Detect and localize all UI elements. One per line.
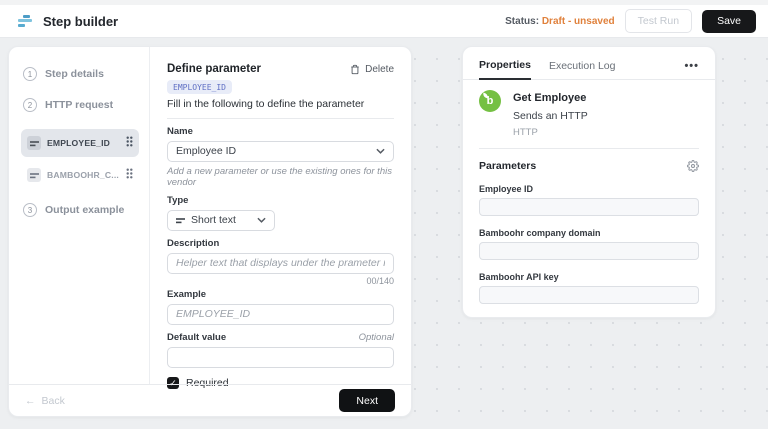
- chevron-down-icon: [376, 148, 385, 154]
- save-button[interactable]: Save: [702, 10, 756, 33]
- param-field-input-api-key[interactable]: [479, 286, 699, 304]
- name-label: Name: [167, 126, 394, 137]
- sidebar-item-output-example[interactable]: 3 Output example: [23, 203, 139, 217]
- connector-type: HTTP: [513, 127, 588, 138]
- page-title: Step builder: [43, 14, 118, 29]
- sidebar-item-param-employee-id[interactable]: EMPLOYEE_ID: [21, 129, 139, 157]
- next-button[interactable]: Next: [339, 389, 395, 412]
- status-text: Status: Draft - unsaved: [505, 16, 614, 27]
- delete-button[interactable]: Delete: [350, 64, 394, 75]
- param-field-label: Bamboohr company domain: [479, 228, 699, 238]
- sidebar-item-http-request[interactable]: 2 HTTP request: [23, 98, 139, 112]
- connector-subtitle: Sends an HTTP: [513, 110, 588, 122]
- short-text-icon: [27, 136, 41, 150]
- form-title: Define parameter: [167, 63, 261, 75]
- short-text-icon: [176, 217, 185, 224]
- form-subtitle: Fill in the following to define the para…: [167, 98, 394, 110]
- param-field-label: Bamboohr API key: [479, 272, 699, 282]
- default-value-input[interactable]: [167, 347, 394, 368]
- type-select[interactable]: Short text: [167, 210, 275, 231]
- name-select[interactable]: Employee ID: [167, 141, 394, 162]
- step-number-badge: 3: [23, 203, 37, 217]
- sidebar-item-param-bamboohr-domain[interactable]: BAMBOOHR_C...: [21, 161, 139, 189]
- properties-panel: Properties Execution Log ••• b Get Emplo…: [462, 46, 716, 318]
- back-arrow-icon: ←: [25, 395, 36, 407]
- example-input[interactable]: [167, 304, 394, 325]
- step-number-badge: 1: [23, 67, 37, 81]
- parameters-title: Parameters: [479, 160, 536, 172]
- tab-properties[interactable]: Properties: [479, 59, 531, 80]
- optional-hint: Optional: [359, 332, 394, 343]
- param-field-label: Employee ID: [479, 184, 699, 194]
- param-field-input-company-domain[interactable]: [479, 242, 699, 260]
- sidebar-item-step-details[interactable]: 1 Step details: [23, 67, 139, 81]
- bamboohr-logo-icon: b: [479, 90, 501, 112]
- description-input[interactable]: [167, 253, 394, 274]
- param-key-badge: EMPLOYEE_ID: [167, 80, 232, 94]
- example-label: Example: [167, 289, 394, 300]
- param-field-input-employee-id[interactable]: [479, 198, 699, 216]
- form-footer: ← Back Next: [9, 384, 411, 416]
- name-helper-text: Add a new parameter or use the existing …: [167, 166, 394, 188]
- step-sidebar: 1 Step details 2 HTTP request EMPLOYEE_I…: [9, 47, 150, 384]
- back-button[interactable]: ← Back: [25, 395, 65, 407]
- description-label: Description: [167, 238, 394, 249]
- overflow-menu-icon[interactable]: •••: [684, 63, 699, 76]
- connector-summary: b Get Employee Sends an HTTP HTTP: [463, 80, 715, 138]
- short-text-icon: [27, 168, 41, 182]
- define-parameter-form: Define parameter Delete EMPLOYEE_ID Fill…: [150, 47, 411, 384]
- gear-icon[interactable]: [687, 160, 699, 172]
- chevron-down-icon: [257, 217, 266, 223]
- connector-title: Get Employee: [513, 90, 588, 104]
- drag-handle-icon[interactable]: [126, 134, 133, 152]
- step-number-badge: 2: [23, 98, 37, 112]
- status-value: Draft - unsaved: [542, 16, 615, 27]
- step-builder-card: 1 Step details 2 HTTP request EMPLOYEE_I…: [8, 46, 412, 417]
- status-label: Status:: [505, 16, 539, 27]
- drag-handle-icon[interactable]: [126, 166, 133, 184]
- trash-icon: [350, 64, 360, 75]
- tab-execution-log[interactable]: Execution Log: [549, 60, 616, 79]
- app-logo-icon: [18, 15, 33, 27]
- char-counter: 00/140: [167, 276, 394, 286]
- type-label: Type: [167, 195, 394, 206]
- divider: [167, 118, 394, 119]
- app-header: Step builder Status: Draft - unsaved Tes…: [0, 5, 768, 38]
- default-value-label: Default value: [167, 332, 226, 343]
- workspace-canvas: 1 Step details 2 HTTP request EMPLOYEE_I…: [0, 38, 768, 429]
- panel-tabs: Properties Execution Log •••: [463, 47, 715, 80]
- test-run-button[interactable]: Test Run: [625, 9, 692, 33]
